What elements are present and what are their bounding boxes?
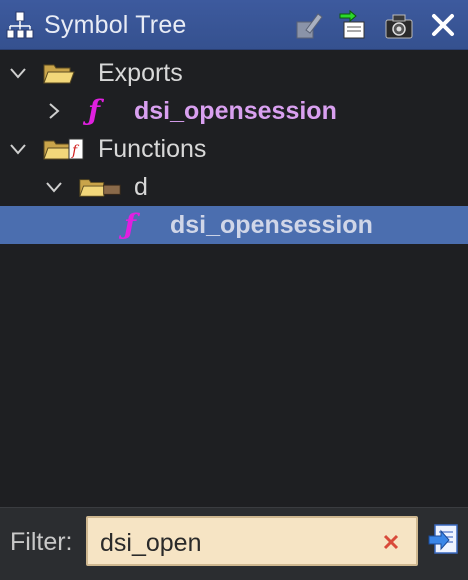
chevron-down-icon[interactable] xyxy=(8,63,28,83)
tree-node-label: Functions xyxy=(98,135,207,163)
tree-node-exports[interactable]: Exports xyxy=(0,54,468,92)
filter-options-icon[interactable] xyxy=(427,522,461,558)
filter-bar: Filter: dsi_open xyxy=(0,507,468,580)
edit-pencil-icon xyxy=(296,13,323,39)
title-bar: Symbol Tree xyxy=(0,0,468,50)
tree-node-label: dsi_opensession xyxy=(134,97,337,125)
navigate-button[interactable] xyxy=(336,8,370,42)
tree-node-export-function[interactable]: ƒ dsi_opensession xyxy=(0,92,468,130)
close-button[interactable] xyxy=(426,8,460,42)
symbol-tree-icon xyxy=(6,11,34,39)
filter-label: Filter: xyxy=(10,528,73,556)
tree-node-label: d xyxy=(134,173,148,201)
close-icon xyxy=(432,14,454,36)
tree-node-label: dsi_opensession xyxy=(170,211,373,239)
chevron-down-icon[interactable] xyxy=(8,139,28,159)
camera-snapshot-icon xyxy=(385,14,413,39)
chevron-right-icon[interactable] xyxy=(44,101,64,121)
navigate-in-icon xyxy=(339,9,365,39)
functions-folder-icon: f xyxy=(43,138,84,160)
filter-value: dsi_open xyxy=(100,529,202,557)
tree-node-d[interactable]: d xyxy=(0,168,468,206)
edit-button[interactable] xyxy=(292,8,326,42)
tree-node-label: Exports xyxy=(98,59,183,87)
folder-open-icon xyxy=(43,64,75,84)
window-title: Symbol Tree xyxy=(44,11,187,39)
function-icon: ƒ xyxy=(124,208,137,241)
snapshot-button[interactable] xyxy=(382,8,416,42)
symbol-tree: Exports ƒ dsi_opensession f Functions d … xyxy=(0,54,468,244)
tree-node-functions[interactable]: f Functions xyxy=(0,130,468,168)
chevron-down-icon[interactable] xyxy=(44,177,64,197)
tree-node-function-selected[interactable]: ƒ dsi_opensession xyxy=(0,206,468,244)
clear-filter-icon[interactable] xyxy=(382,533,400,551)
folder-group-icon xyxy=(79,179,121,197)
filter-input[interactable]: dsi_open xyxy=(86,516,418,566)
function-icon: ƒ xyxy=(88,94,101,127)
